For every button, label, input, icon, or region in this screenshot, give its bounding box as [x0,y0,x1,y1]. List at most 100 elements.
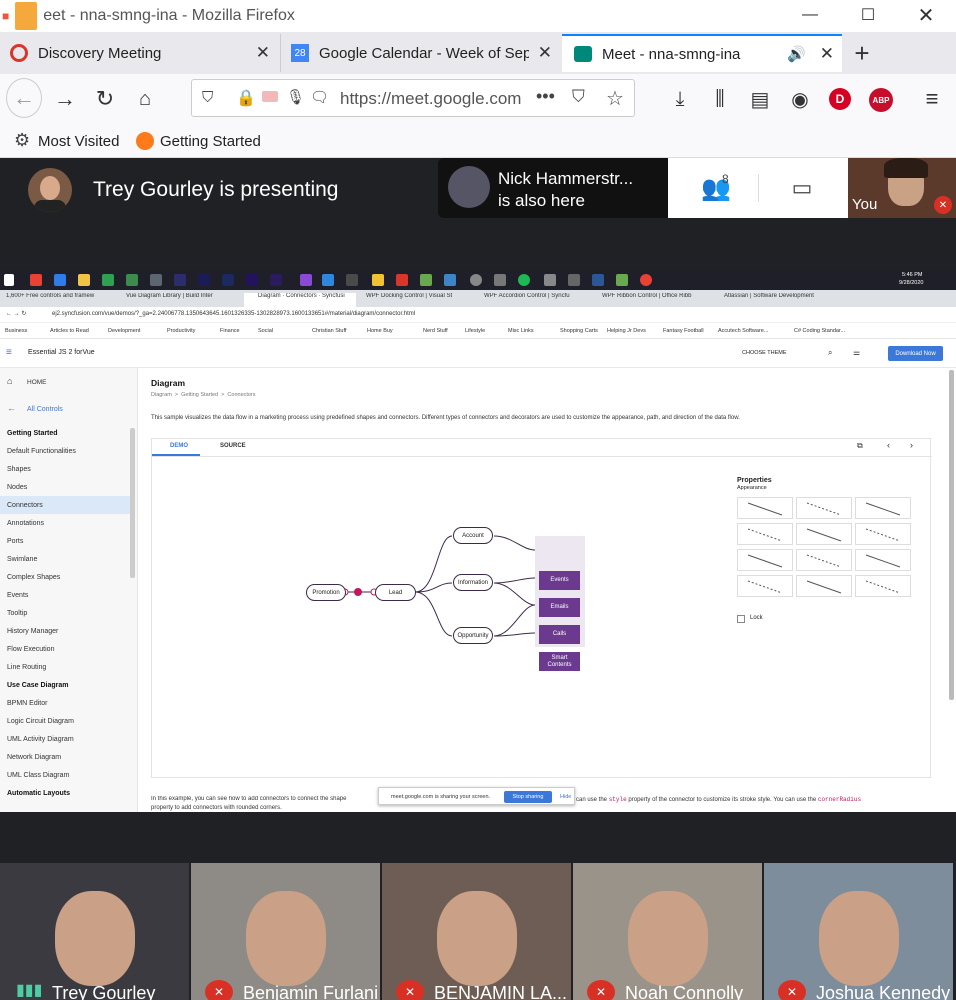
back-arrow-icon: ← [7,403,16,413]
node-emails: Emails [539,598,580,617]
muted-mic-icon: ✕ [587,980,615,1000]
chat-permission-icon[interactable]: 🗨 [310,88,329,106]
close-tab-icon[interactable]: ✕ [538,43,552,63]
sharing-text: meet.google.com is sharing your screen. [391,794,491,800]
node-information: Information [453,574,493,591]
shared-tab: Atlassian | Software Development [724,293,814,299]
breadcrumb: Diagram > Getting Started > Connectors [151,392,256,398]
sidebar-item: BPMN Editor [7,699,48,707]
close-tab-icon[interactable]: ✕ [256,43,270,63]
au-taskbar-icon [198,274,210,286]
tab-strip: Discovery Meeting ✕ 28 Google Calendar -… [0,32,956,74]
shared-nav-icons: ← → ↻ [6,311,27,317]
participant-tile[interactable]: ✕ Joshua Kennedy [764,863,953,1000]
participant-name: BENJAMIN LA... [434,983,568,1000]
downloads-icon[interactable]: ⤓ [664,82,696,116]
participant-tile[interactable]: ✕ BENJAMIN LA... [382,863,571,1000]
mic-permission-icon[interactable]: 🎙 [286,88,305,106]
back-button[interactable]: ← [6,78,42,118]
connector-style-option [855,523,911,545]
app-taskbar-icon [396,274,408,286]
sidebar-item: Ports [7,537,24,545]
connector-style-option [737,549,793,571]
sidebar-item: Tooltip [7,609,28,617]
app-taskbar-icon [420,274,432,286]
vs-taskbar-icon [300,274,312,286]
self-view-tile[interactable]: You ✕ [848,158,956,218]
url-bar[interactable]: ⛉ 🔒 🎙 🗨 https://meet.google.com ••• ⛉ ☆ [191,79,635,117]
close-window-button[interactable]: ✕ [898,0,954,30]
home-button[interactable]: ⌂ [128,80,162,118]
self-muted-icon: ✕ [934,196,952,214]
spotify-taskbar-icon [518,274,530,286]
camera-blocked-icon[interactable] [262,91,278,102]
close-tab-icon[interactable]: ✕ [820,44,834,64]
node-account: Account [453,527,493,544]
app-taskbar-icon [444,274,456,286]
app-taskbar-icon [616,274,628,286]
footer-text-4: property to add connectors with rounded … [151,805,282,811]
bookmark-star-icon[interactable]: ☆ [606,86,624,111]
sidebar-item: History Manager [7,627,59,635]
firefox-icon [136,132,154,150]
tab-google-calendar[interactable]: 28 Google Calendar - Week of Sep ✕ [280,34,560,72]
tab-label: Google Calendar - Week of Sep [319,44,529,62]
participant-video [246,891,326,986]
os-date: 9/28/2020 [899,280,924,286]
presenting-label: Trey Gourley is presenting [93,178,339,201]
footer-description-right: can use the style property of the connec… [576,796,861,803]
minimize-button[interactable]: — [782,0,838,30]
node-promotion: Promotion [306,584,346,601]
discovery-favicon-icon [10,44,28,62]
url-text[interactable]: https://meet.google.com [340,89,530,109]
participant-tile[interactable]: ✕ Noah Connolly [573,863,762,1000]
muted-mic-icon: ✕ [396,980,424,1000]
properties-title: Properties [737,477,772,484]
sidebar-item: Use Case Diagram [7,681,69,689]
participant-tile[interactable]: ▮▮▮ Trey Gourley [0,863,189,1000]
reload-button[interactable]: ↻ [88,80,122,118]
profile-avatar[interactable]: D [829,88,851,110]
tab-discovery-meeting[interactable]: Discovery Meeting ✕ [0,34,278,72]
tab-meet[interactable]: Meet - nna-smng-ina 🔊 ✕ [562,34,842,72]
shared-browser-tabs: 1,600+ Free controls and framew Vue Diag… [0,290,956,307]
bookmark-getting-started[interactable]: Getting Started [160,133,261,150]
bookmarks-bar: ⚙ Most Visited Getting Started [0,124,956,158]
lock-icon[interactable]: 🔒 [236,88,256,108]
new-tab-button[interactable]: + [842,36,882,70]
participant-tile[interactable]: ✕ Benjamin Furlani [191,863,380,1000]
choose-theme: CHOOSE THEME [742,350,787,356]
bookmark-most-visited[interactable]: Most Visited [38,133,119,150]
app-taskbar-icon [640,274,652,286]
node-opportunity: Opportunity [453,627,493,644]
sidebar-item: Line Routing [7,663,47,671]
also-here-tile[interactable]: Nick Hammerstr... is also here [438,158,668,218]
maximize-button[interactable]: ☐ [840,0,896,30]
page-actions-icon[interactable]: ••• [536,86,555,107]
participant-name: Noah Connolly [625,983,744,1000]
window-titlebar: ■ eet - nna-smng-ina - Mozilla Firefox —… [0,0,956,32]
forward-button[interactable]: → [48,80,82,118]
shared-content: Diagram Diagram > Getting Started > Conn… [148,368,948,812]
speaker-icon[interactable]: 🔊 [787,45,806,63]
connector-style-option [796,549,852,571]
hamburger-menu-icon[interactable]: ≡ [916,82,948,116]
os-time: 5:46 PM [902,272,923,278]
account-icon[interactable]: ◉ [784,82,816,116]
people-count: 8 [722,172,729,186]
adblock-plus-icon[interactable]: ABP [869,88,893,112]
sidebar-toggle-icon[interactable]: ▤ [744,82,776,116]
chat-icon[interactable]: ▭ [782,172,822,204]
footer-text-3: property of the connector to customize i… [628,797,817,803]
footer-text: In this example, you can see how to add … [151,796,347,802]
calendar-favicon-icon: 28 [291,44,309,62]
shared-tab-active: Diagram · Connectors · Syncfusi [244,293,356,307]
sidebar-item: Swimlane [7,555,38,563]
ae-taskbar-icon [270,274,282,286]
people-button[interactable]: 👥 [696,172,736,204]
shield-icon[interactable]: ⛉ [202,89,213,106]
library-icon[interactable]: ⫼ [704,82,736,116]
chrome-taskbar-icon [30,274,42,286]
pocket-icon[interactable]: ⛉ [572,87,585,107]
node-calls: Calls [539,625,580,644]
